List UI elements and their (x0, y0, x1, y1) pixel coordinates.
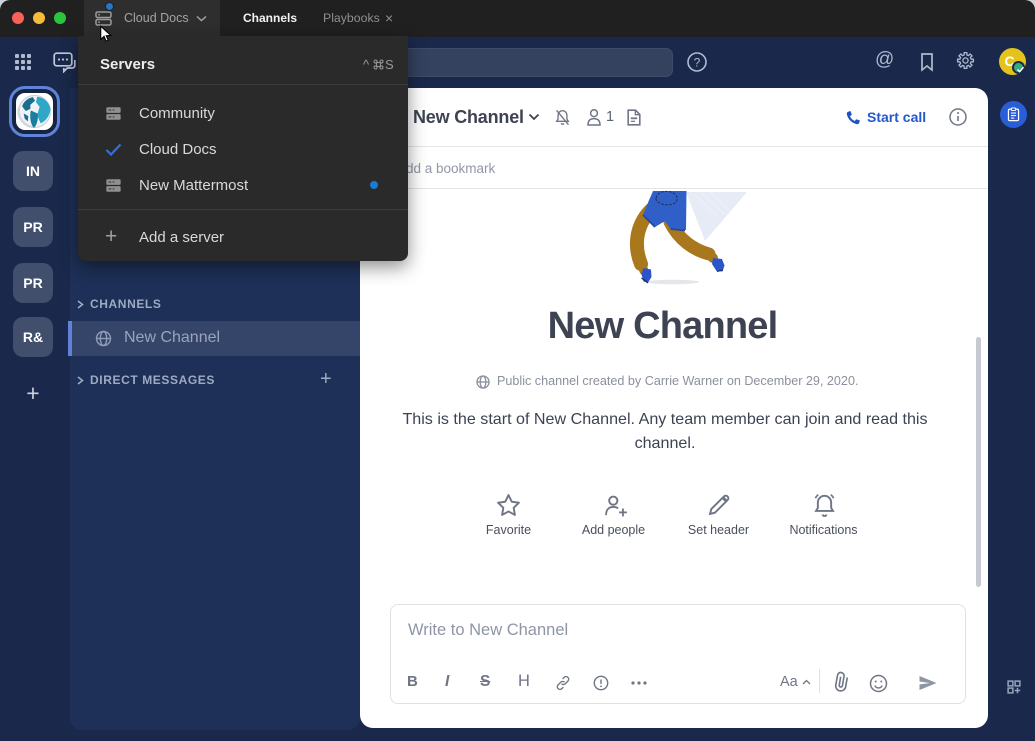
svg-text:?: ? (694, 56, 701, 70)
